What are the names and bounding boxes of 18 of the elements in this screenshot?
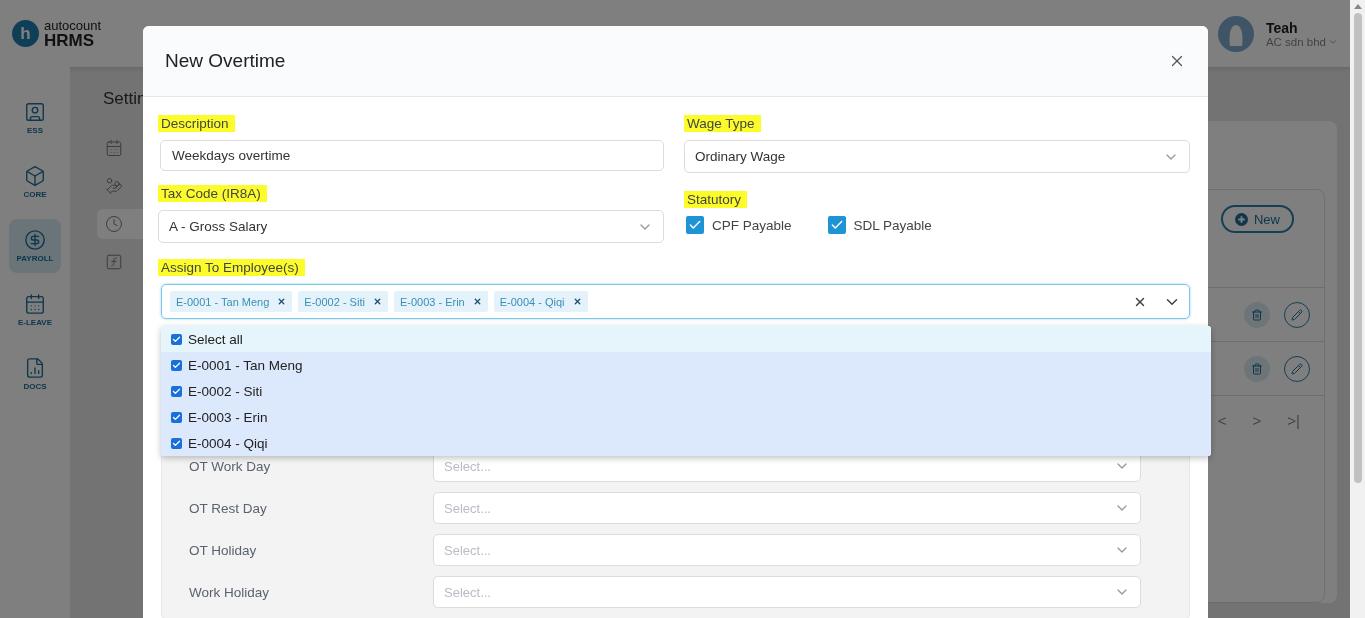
field-label: Assign To Employee(s) [158, 259, 305, 276]
field-label: Wage Type [684, 115, 761, 132]
logo-text: HRMS [44, 31, 96, 49]
rate-label: OT Work Day [189, 458, 272, 474]
field-label: Statutory [684, 191, 748, 208]
user-name: Teah [1265, 19, 1299, 36]
chip-label: E-0004 - Qiqi [499, 295, 565, 308]
field-label: Tax Code (IR8A) [158, 185, 267, 202]
rate-label: OT Rest Day [189, 500, 268, 516]
logo-text: autocount [44, 18, 102, 32]
chip-label: E-0003 - Erin [399, 295, 465, 308]
logo-mark: h [12, 20, 39, 47]
modal-title: New Overtime [165, 50, 286, 72]
rate-label: OT Holiday [189, 542, 258, 558]
chip-label: E-0001 - Tan Meng [176, 295, 270, 308]
field-label: Description [158, 115, 235, 132]
rate-label: Work Holiday [189, 584, 271, 600]
chip-label: E-0002 - Siti [304, 295, 365, 308]
